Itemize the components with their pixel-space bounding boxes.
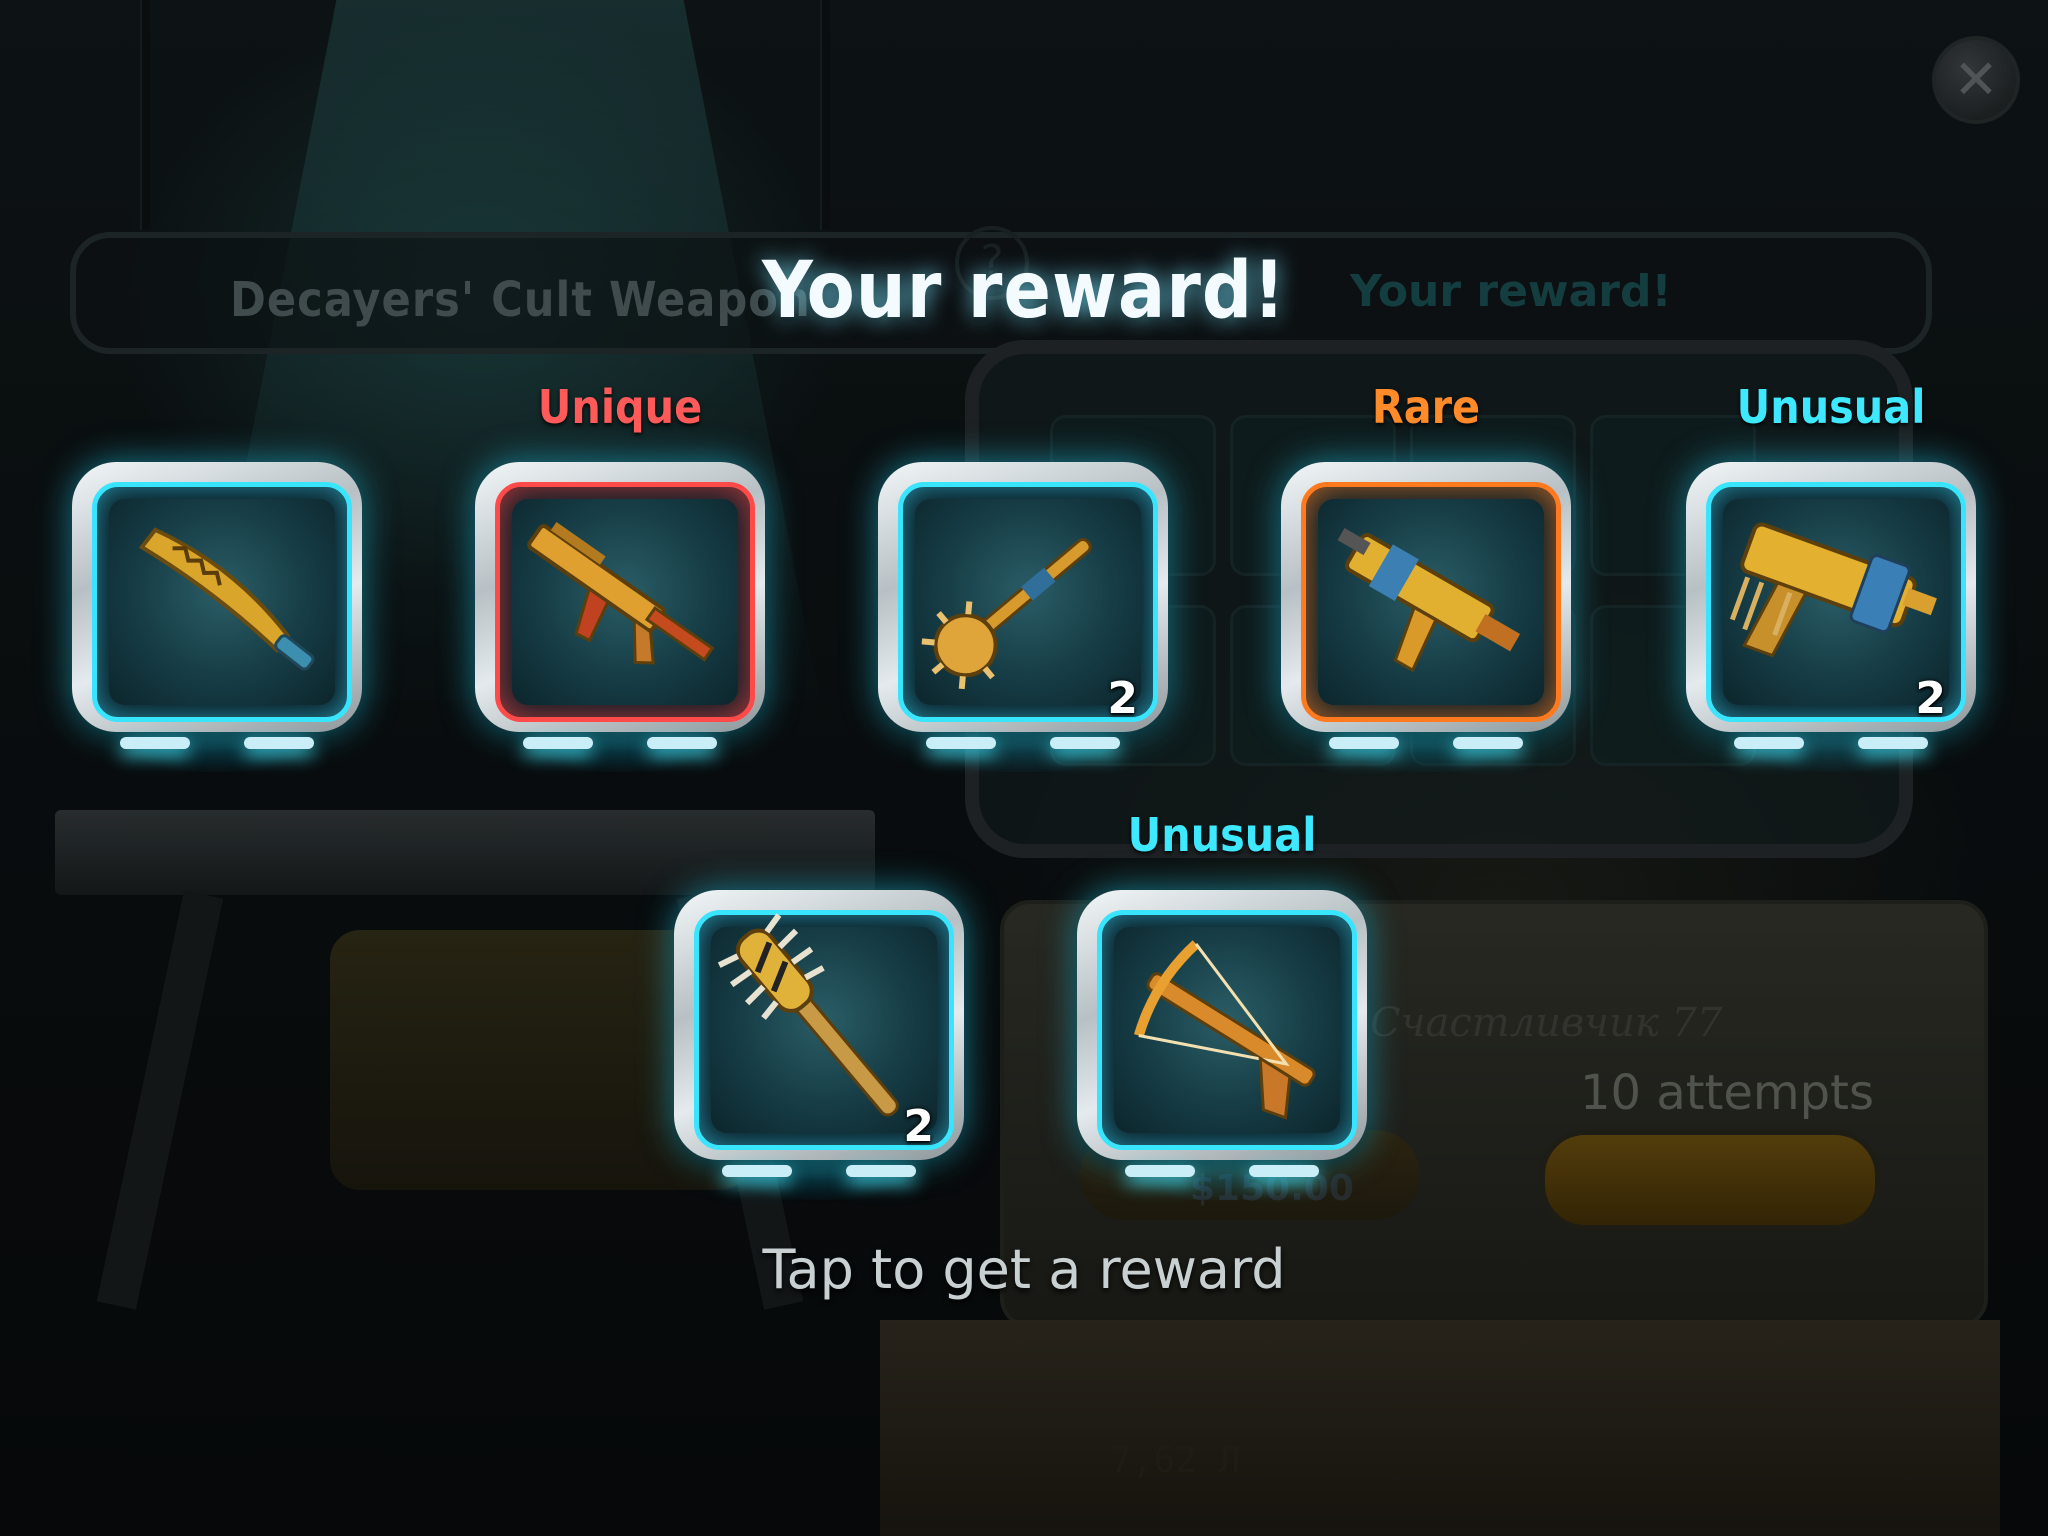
card-light [846, 1165, 916, 1177]
reward-card[interactable] [1077, 890, 1367, 1200]
assault-rifle-icon [527, 522, 715, 665]
machete-icon [138, 527, 315, 671]
rarity-label: Unusual [1736, 380, 1926, 434]
reward-card[interactable] [72, 462, 362, 772]
rarity-label: Unique [537, 380, 703, 434]
rarity-label: Unusual [1127, 808, 1317, 862]
reward-card[interactable] [475, 462, 765, 772]
reward-title: Your reward! [761, 246, 1287, 336]
card-light [926, 737, 996, 749]
card-light [1249, 1165, 1319, 1177]
card-light [722, 1165, 792, 1177]
card-light [1453, 737, 1523, 749]
card-light [523, 737, 593, 749]
card-light [1125, 1165, 1195, 1177]
card-light [1050, 737, 1120, 749]
rarity-label: Rare [1371, 380, 1481, 434]
item-count: 2 [903, 1101, 934, 1152]
card-light [244, 737, 314, 749]
reward-card[interactable]: 2 [674, 890, 964, 1200]
card-light [647, 737, 717, 749]
card-light [1858, 737, 1928, 749]
tap-hint[interactable]: Tap to get a reward [0, 1238, 2048, 1301]
game-scene: ? Decayers' Cult Weapon Your reward! Сча… [0, 0, 2048, 1536]
submachine-gun-icon [1337, 528, 1521, 673]
reward-card[interactable]: 2 [878, 462, 1168, 772]
card-light [1734, 737, 1804, 749]
crossbow-icon [1133, 940, 1316, 1120]
reward-card[interactable]: 2 [1686, 462, 1976, 772]
card-light [1329, 737, 1399, 749]
card-light [120, 737, 190, 749]
item-count: 2 [1107, 673, 1138, 724]
item-count: 2 [1915, 673, 1946, 724]
reward-card[interactable] [1281, 462, 1571, 772]
